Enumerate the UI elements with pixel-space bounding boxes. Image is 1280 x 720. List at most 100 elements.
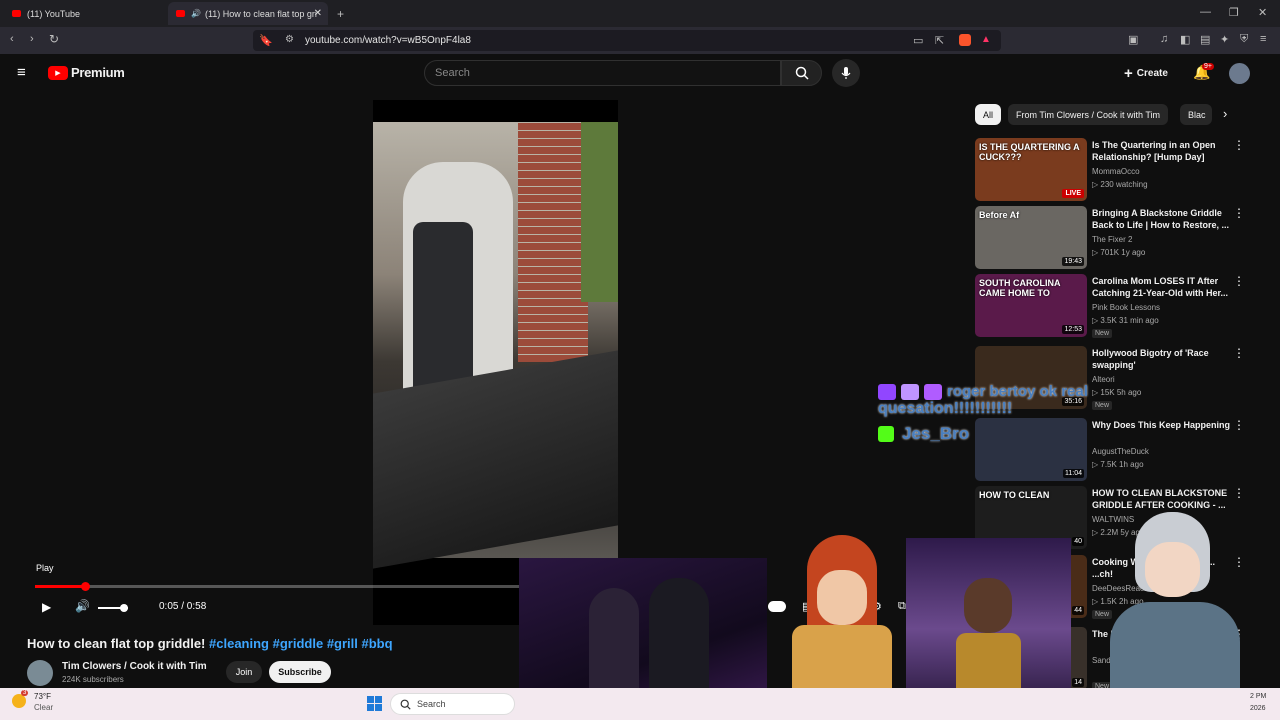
more-options-icon[interactable]: ⋮ bbox=[1233, 346, 1245, 360]
voice-search-button[interactable] bbox=[832, 59, 860, 87]
weather-sun-icon bbox=[12, 694, 26, 708]
face-image bbox=[964, 578, 1012, 633]
hashtag-link[interactable]: #grill bbox=[327, 636, 358, 651]
play-tooltip: Play bbox=[36, 563, 54, 573]
premium-label: Premium bbox=[71, 65, 125, 80]
duration-badge: 19:43 bbox=[1062, 257, 1084, 266]
bookmark-icon[interactable]: 🔖 bbox=[259, 34, 273, 47]
chip-all[interactable]: All bbox=[975, 104, 1002, 125]
address-bar[interactable]: 🔖 ⚙ youtube.com/watch?v=wB5OnpF4la8 ▭ ⇱ … bbox=[253, 30, 1001, 51]
leo-icon[interactable]: ✦ bbox=[1220, 33, 1229, 46]
vpn-icon[interactable]: ⛨ bbox=[1240, 33, 1248, 46]
share-icon[interactable]: ⇱ bbox=[935, 34, 944, 47]
notifications-badge: 9+ bbox=[1202, 63, 1214, 70]
recommendation-title[interactable]: Bringing A Blackstone Griddle Back to Li… bbox=[1092, 207, 1232, 231]
search-input[interactable]: Search bbox=[424, 60, 781, 86]
hamburger-menu-icon[interactable]: ≡ bbox=[17, 64, 26, 81]
recommendation-channel[interactable]: AugustTheDuck bbox=[1092, 447, 1149, 456]
join-button[interactable]: Join bbox=[226, 661, 262, 683]
tab-current-video[interactable]: 🔊 (11) How to clean flat top gri ✕ bbox=[168, 2, 328, 25]
recommendation-card[interactable]: SOUTH CAROLINA CAME HOME TO 12:53 Carolina… bbox=[975, 274, 1255, 340]
recommendation-meta: ▷ 701K 1y ago bbox=[1092, 248, 1146, 257]
tab-youtube[interactable]: (11) YouTube bbox=[4, 2, 164, 25]
chat-line-3: Jes_Bro bbox=[902, 424, 970, 443]
channel-name[interactable]: Tim Clowers / Cook it with Tim bbox=[62, 661, 207, 672]
progress-scrubber[interactable] bbox=[81, 582, 90, 591]
minimize-icon[interactable]: — bbox=[1200, 6, 1211, 18]
recommendation-thumbnail[interactable]: IS THE QUARTERING A CUCK??? LIVE bbox=[975, 138, 1087, 201]
volume-knob[interactable] bbox=[120, 604, 128, 612]
youtube-logo[interactable]: ▶ Premium bbox=[48, 65, 125, 80]
maximize-icon[interactable]: ❐ bbox=[1229, 6, 1239, 19]
microphone-icon bbox=[841, 67, 851, 79]
subscribe-button[interactable]: Subscribe bbox=[269, 661, 331, 683]
twitch-badge-icon bbox=[878, 383, 896, 400]
new-badge: New bbox=[1092, 329, 1113, 338]
time-display: 0:05 / 0:58 bbox=[159, 601, 207, 612]
recommendation-thumbnail[interactable]: SOUTH CAROLINA CAME HOME TO 12:53 bbox=[975, 274, 1087, 337]
channel-avatar[interactable] bbox=[27, 660, 53, 686]
rewards-icon[interactable]: ▲ bbox=[981, 34, 991, 45]
close-tab-icon[interactable]: ✕ bbox=[314, 8, 322, 19]
chat-line-2: quesation!!!!!!!!!!! bbox=[878, 400, 1013, 417]
recommendation-channel[interactable]: MommaOcco bbox=[1092, 167, 1140, 176]
clock-time: 2 PM bbox=[1250, 693, 1267, 700]
thumbnail-text: HOW TO CLEAN bbox=[979, 490, 1050, 500]
brave-shield-icon[interactable] bbox=[959, 34, 971, 46]
play-icon[interactable]: ▶ bbox=[42, 600, 51, 614]
sidebar-icon[interactable]: ▣ bbox=[1128, 33, 1138, 46]
reload-icon[interactable]: ↻ bbox=[49, 32, 59, 46]
volume-icon[interactable]: 🔊 bbox=[75, 599, 90, 613]
hashtag-link[interactable]: #bbq bbox=[362, 636, 393, 651]
face-image bbox=[1145, 542, 1200, 597]
forward-icon[interactable]: › bbox=[30, 33, 34, 45]
more-options-icon[interactable]: ⋮ bbox=[1233, 206, 1245, 220]
recommendation-title[interactable]: Hollywood Bigotry of 'Race swapping' bbox=[1092, 347, 1232, 371]
video-player[interactable] bbox=[373, 100, 618, 625]
recommendation-channel[interactable]: Pink Book Lessons bbox=[1092, 303, 1160, 312]
wallet-icon[interactable]: ▤ bbox=[1200, 33, 1210, 46]
url-text: youtube.com/watch?v=wB5OnpF4la8 bbox=[305, 35, 471, 46]
weather-badge: 3 bbox=[21, 690, 29, 696]
account-avatar[interactable] bbox=[1229, 63, 1250, 84]
video-title-text: How to clean flat top griddle! bbox=[27, 636, 206, 651]
panel-icon[interactable]: ◧ bbox=[1180, 33, 1190, 46]
site-info-icon[interactable]: ⚙ bbox=[285, 34, 294, 45]
thumbnail-text: Before Af bbox=[979, 210, 1020, 220]
close-window-icon[interactable]: ✕ bbox=[1258, 6, 1267, 19]
chip-blac[interactable]: Blac bbox=[1180, 104, 1212, 125]
duration-badge: LIVE bbox=[1062, 189, 1084, 198]
player-controls: ▶ 🔊 0:05 / 0:58 bbox=[35, 598, 595, 618]
music-icon[interactable]: ♫ bbox=[1160, 33, 1168, 45]
recommendation-title[interactable]: HOW TO CLEAN BLACKSTONE GRIDDLE AFTER CO… bbox=[1092, 487, 1232, 511]
chevron-right-icon[interactable]: › bbox=[1223, 106, 1227, 121]
more-options-icon[interactable]: ⋮ bbox=[1233, 418, 1245, 432]
search-placeholder: Search bbox=[435, 67, 470, 79]
new-tab-icon[interactable]: + bbox=[337, 7, 344, 21]
taskbar-search[interactable]: Search bbox=[390, 693, 515, 715]
browser-tab-bar: (11) YouTube 🔊 (11) How to clean flat to… bbox=[0, 0, 1280, 27]
youtube-play-logo-icon: ▶ bbox=[48, 65, 68, 80]
more-options-icon[interactable]: ⋮ bbox=[1233, 138, 1245, 152]
search-button[interactable] bbox=[781, 60, 822, 86]
back-icon[interactable]: ‹ bbox=[10, 33, 14, 45]
windows-start-icon[interactable] bbox=[367, 696, 382, 711]
chip-from-channel[interactable]: From Tim Clowers / Cook it with Tim bbox=[1008, 104, 1169, 125]
recommendation-card[interactable]: Before Af 19:43 Bringing A Blackstone Grid… bbox=[975, 206, 1255, 272]
progress-played bbox=[35, 585, 85, 588]
taskbar-search-label: Search bbox=[417, 699, 446, 709]
recommendation-card[interactable]: IS THE QUARTERING A CUCK??? LIVE Is The Qu… bbox=[975, 138, 1255, 204]
recommendation-channel[interactable]: The Fixer 2 bbox=[1092, 235, 1132, 244]
recommendation-thumbnail[interactable]: Before Af 19:43 bbox=[975, 206, 1087, 269]
thumbnail-text: IS THE QUARTERING A CUCK??? bbox=[979, 142, 1080, 162]
cast-icon[interactable]: ▭ bbox=[913, 34, 923, 47]
create-button[interactable]: + Create bbox=[1124, 63, 1168, 83]
recommendation-title[interactable]: Is The Quartering in an Open Relationshi… bbox=[1092, 139, 1232, 163]
more-options-icon[interactable]: ⋮ bbox=[1233, 274, 1245, 288]
duration-badge: 11:04 bbox=[1063, 469, 1084, 478]
hashtag-link[interactable]: #griddle bbox=[273, 636, 324, 651]
more-options-icon[interactable]: ⋮ bbox=[1233, 486, 1245, 500]
recommendation-title[interactable]: Carolina Mom LOSES IT After Catching 21-… bbox=[1092, 275, 1232, 299]
menu-icon[interactable]: ≡ bbox=[1260, 33, 1266, 45]
hashtag-link[interactable]: #cleaning bbox=[209, 636, 269, 651]
